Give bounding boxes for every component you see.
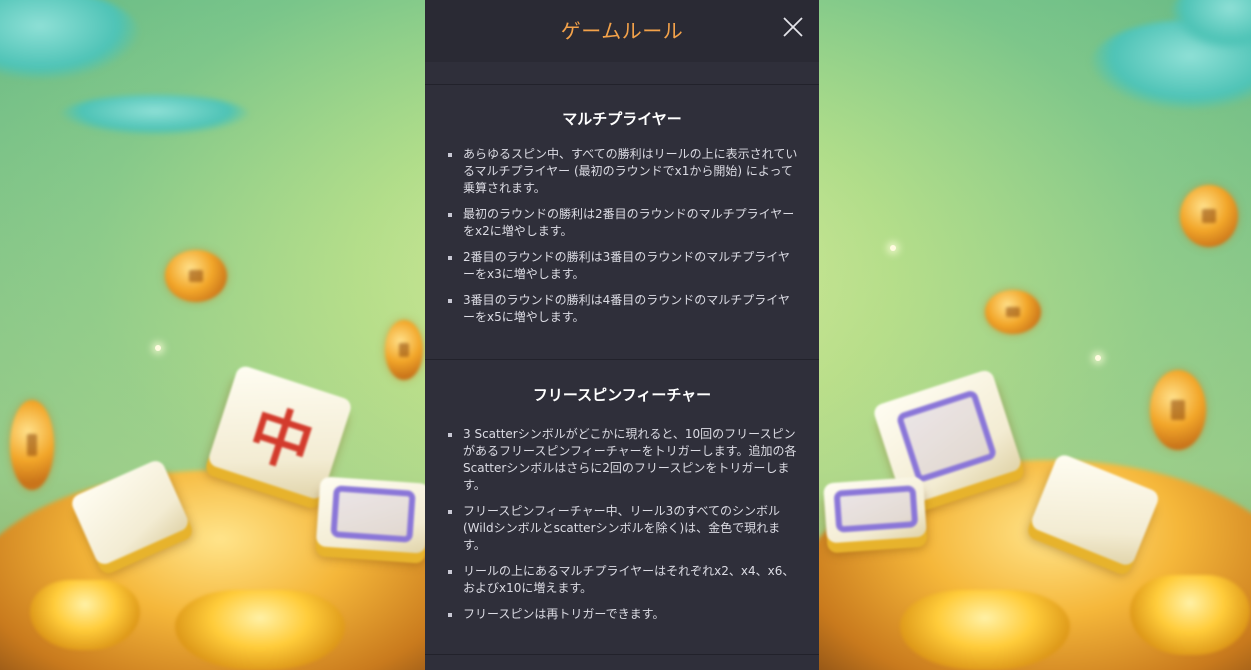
rule-item: 3 Scatterシンボルがどこかに現れると、10回のフリースピンがあるフリース… xyxy=(445,426,799,494)
game-rules-panel[interactable]: ゲームルール マルチプライヤー あらゆるスピン中、すべての勝利はリールの上に表示… xyxy=(425,0,819,670)
gold-ingot xyxy=(900,590,1070,670)
mahjong-tile xyxy=(315,476,431,554)
rule-item: 最初のラウンドの勝利は2番目のラウンドのマルチプライヤーをx2に増やします。 xyxy=(445,206,799,240)
close-icon xyxy=(783,17,803,37)
tile-frame xyxy=(330,485,416,543)
panel-header: ゲームルール xyxy=(425,0,819,62)
rule-item: 3番目のラウンドの勝利は4番目のラウンドのマルチプライヤーをx5に増やします。 xyxy=(445,292,799,326)
coin-decoration xyxy=(1180,185,1238,247)
sparkle-decoration xyxy=(890,245,896,251)
rule-item: フリースピンは再トリガーできます。 xyxy=(445,606,799,623)
rules-section-multiplier: マルチプライヤー あらゆるスピン中、すべての勝利はリールの上に表示されているマル… xyxy=(425,85,819,360)
rule-item: フリースピンフィーチャー中、リール3のすべてのシンボル (Wildシンボルとsc… xyxy=(445,503,799,554)
coin-decoration xyxy=(1150,370,1206,450)
section-title: マルチプライヤー xyxy=(562,110,682,128)
panel-divider xyxy=(425,62,819,85)
rules-section-free-spins: フリースピンフィーチャー 3 Scatterシンボルがどこかに現れると、10回の… xyxy=(425,360,819,655)
gold-ingot xyxy=(175,590,345,670)
section-title: フリースピンフィーチャー xyxy=(532,386,712,404)
rule-item: 2番目のラウンドの勝利は3番目のラウンドのマルチプライヤーをx3に増やします。 xyxy=(445,249,799,283)
coin-decoration xyxy=(385,320,423,380)
rule-item: あらゆるスピン中、すべての勝利はリールの上に表示されているマルチプライヤー (最… xyxy=(445,146,799,197)
coin-decoration xyxy=(165,250,227,302)
sparkle-decoration xyxy=(155,345,161,351)
rules-list: あらゆるスピン中、すべての勝利はリールの上に表示されているマルチプライヤー (最… xyxy=(445,128,799,345)
close-button[interactable] xyxy=(781,15,805,39)
coin-decoration xyxy=(985,290,1041,334)
coin-decoration xyxy=(10,400,54,490)
tile-glyph: 中 xyxy=(240,394,322,484)
gold-ingot xyxy=(30,580,140,650)
gold-ingot xyxy=(1130,575,1250,655)
panel-title: ゲームルール xyxy=(560,19,684,43)
rule-item: リールの上にあるマルチプライヤーはそれぞれx2、x4、x6、およびx10に増えま… xyxy=(445,563,799,597)
tile-frame xyxy=(833,485,919,533)
rules-list: 3 Scatterシンボルがどこかに現れると、10回のフリースピンがあるフリース… xyxy=(445,404,799,642)
sparkle-decoration xyxy=(1095,355,1101,361)
cloud-decoration xyxy=(60,95,250,135)
tile-frame xyxy=(895,389,998,484)
mahjong-tile xyxy=(823,476,927,544)
